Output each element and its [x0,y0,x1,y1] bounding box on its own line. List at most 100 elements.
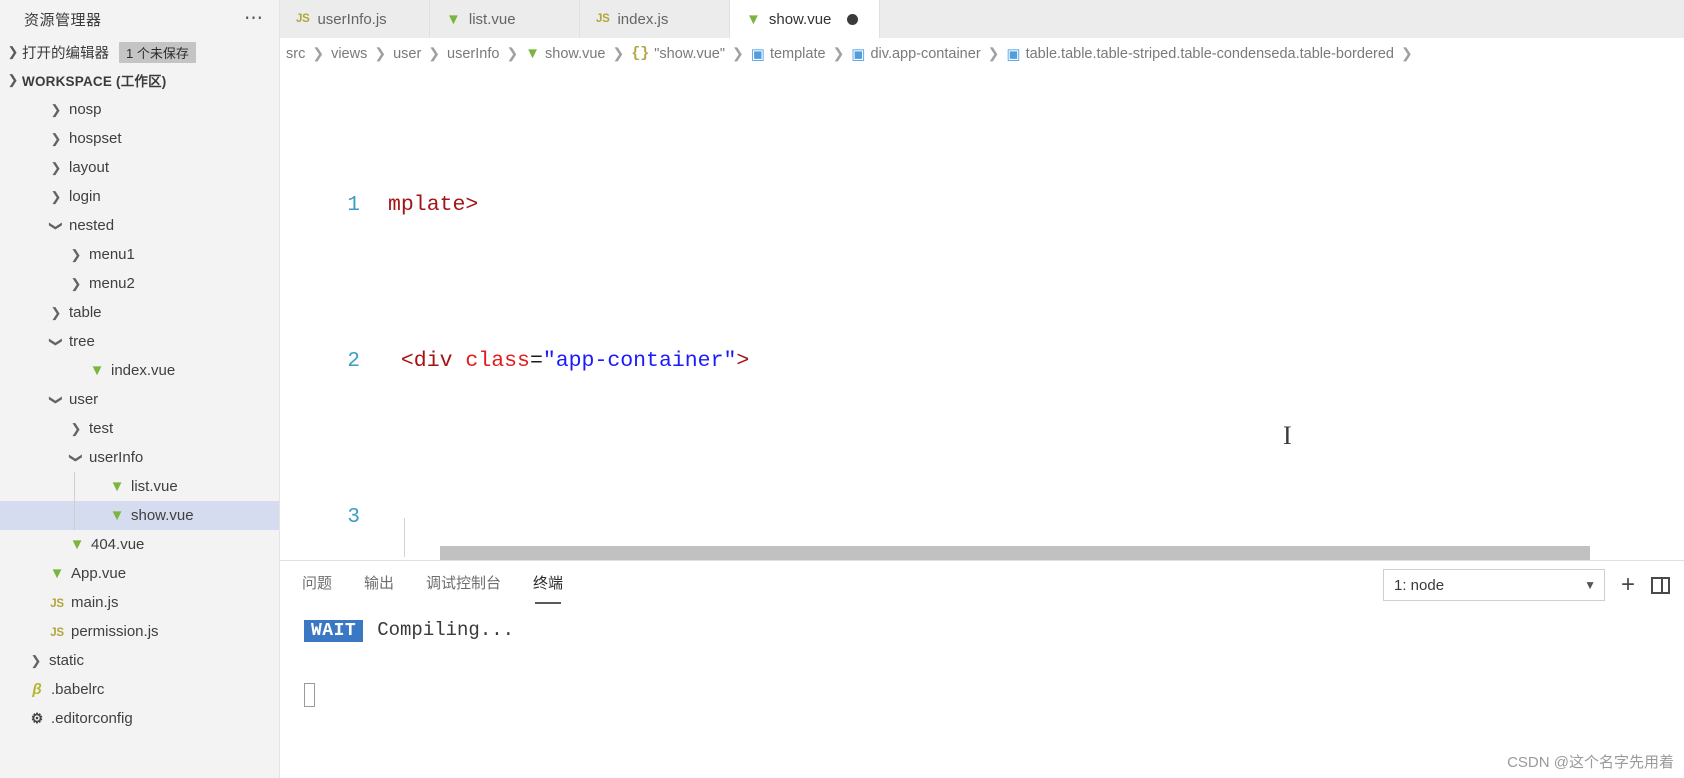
tree-item-table[interactable]: ❯ table [0,298,279,327]
vue-file-icon: ▼ [746,10,761,28]
code-editor[interactable]: 1 mplate> 2 <div class="app-container"> … [280,69,1684,560]
file-tree: ❯ nosp ❯ hospset ❯ layout ❯ login ❯ nested ❯ menu1 ❯… [0,94,279,778]
breadcrumb-item-3[interactable]: userInfo [447,46,499,62]
breadcrumb-item-8[interactable]: ▣ table.table.table-striped.table-condens… [1006,45,1394,63]
breadcrumb-separator-icon: ❯ [1400,45,1413,61]
editor-tab-list-vue[interactable]: ▼ list.vue [430,0,580,38]
code-line: 3 [280,498,1684,557]
editor-horizontal-scrollbar[interactable] [440,546,1590,560]
tree-item-layout[interactable]: ❯ layout [0,153,279,182]
new-terminal-button[interactable]: + [1621,573,1635,597]
breadcrumb-item-4[interactable]: ▼ show.vue [525,46,605,62]
terminal-select[interactable]: 1: node ▼ [1382,569,1605,601]
tree-item-static[interactable]: ❯ static [0,646,279,675]
panel-tab-terminal[interactable]: 终端 [533,572,563,604]
tree-item-label: user [69,391,99,408]
breadcrumb-label: show.vue [545,45,606,62]
tree-item-login[interactable]: ❯ login [0,182,279,211]
breadcrumb-item-2[interactable]: user [393,46,421,62]
tree-item-menu2[interactable]: ❯ menu2 [0,269,279,298]
chevron-right-icon[interactable]: ❯ [66,421,86,437]
terminal-cursor-block [304,683,315,707]
ellipsis-icon[interactable]: ⋯ [244,9,265,28]
breadcrumb-item-0[interactable]: src [286,46,305,62]
tree-item-userinfo[interactable]: ❯ userInfo [0,443,279,472]
terminal-message: Compiling... [377,619,515,641]
open-editors-label: 打开的编辑器 [22,45,109,62]
breadcrumb-separator-icon: ❯ [428,45,441,61]
tree-item--babelrc[interactable]: β .babelrc [0,675,279,704]
chevron-right-icon: ❯ [7,44,19,59]
tree-item-user[interactable]: ❯ user [0,385,279,414]
breadcrumb-label: template [769,45,826,62]
tree-item-index-vue[interactable]: ▼ index.vue [0,356,279,385]
chevron-right-icon[interactable]: ❯ [66,247,86,263]
tree-item-label: permission.js [71,623,159,640]
chevron-down-icon[interactable]: ❯ [48,390,64,410]
tree-item-label: .editorconfig [51,710,133,727]
chevron-right-icon[interactable]: ❯ [26,653,46,669]
tree-item-app-vue[interactable]: ▼ App.vue [0,559,279,588]
split-terminal-icon[interactable] [1651,576,1670,594]
line-text: mplate> [388,193,479,217]
status-badge: WAIT [304,620,364,642]
tree-item-nested[interactable]: ❯ nested [0,211,279,240]
line-number: 3 [347,506,360,529]
vue-file-icon: ▼ [446,10,461,28]
editor-tab-index-js[interactable]: JS index.js [580,0,730,38]
panel-tab-bar: 问题 输出 调试控制台 终端 1: node ▼ + [280,561,1684,609]
line-number: 1 [347,194,360,217]
open-editors-section[interactable]: ❯ 打开的编辑器 1 个未保存 [0,38,279,66]
tree-item-label: nested [69,217,115,234]
breadcrumb-item-6[interactable]: ▣ template [751,45,826,63]
workspace-section[interactable]: ❯ WORKSPACE (工作区) [0,66,279,94]
chevron-down-icon: ▼ [1584,578,1596,592]
chevron-right-icon[interactable]: ❯ [46,305,66,321]
chevron-right-icon[interactable]: ❯ [46,102,66,118]
editor-tab-userinfo-js[interactable]: JS userInfo.js [280,0,430,38]
tree-item-hospset[interactable]: ❯ hospset [0,124,279,153]
editor-area: JS userInfo.js ▼ list.vue JS index.js ▼ show.vu… [280,0,1684,778]
chevron-right-icon[interactable]: ❯ [46,160,66,176]
panel-tab-debug-console[interactable]: 调试控制台 [426,572,501,598]
chevron-down-icon[interactable]: ❯ [48,216,64,236]
tree-item-main-js[interactable]: JS main.js [0,588,279,617]
panel-tab-problems[interactable]: 问题 [302,572,332,598]
vue-file-icon: ▼ [89,362,105,379]
explorer-sidebar: 资源管理器 ⋯ ❯ 打开的编辑器 1 个未保存 ❯ WORKSPACE (工作区… [0,0,280,778]
tree-item--editorconfig[interactable]: ⚙ .editorconfig [0,704,279,733]
terminal-select-value: 1: node [1393,576,1445,594]
tree-item-label: table [69,304,102,321]
terminal-output[interactable]: WAIT Compiling... [280,609,1684,778]
chevron-down-icon[interactable]: ❯ [48,332,64,352]
tree-item-404-vue[interactable]: ▼ 404.vue [0,530,279,559]
breadcrumb-separator-icon: ❯ [987,45,1000,61]
chevron-right-icon[interactable]: ❯ [46,189,66,205]
tree-item-tree[interactable]: ❯ tree [0,327,279,356]
tree-item-list-vue[interactable]: ▼ list.vue [0,472,279,501]
tree-item-permission-js[interactable]: JS permission.js [0,617,279,646]
breadcrumb-item-1[interactable]: views [331,46,367,62]
tree-item-label: hospset [69,130,122,147]
breadcrumb-item-5[interactable]: {} "show.vue" [631,45,725,62]
breadcrumb-separator-icon: ❯ [312,45,325,61]
tree-item-menu1[interactable]: ❯ menu1 [0,240,279,269]
code-line: 1 mplate> [280,186,1684,225]
breadcrumb-item-7[interactable]: ▣ div.app-container [851,45,980,63]
tree-item-label: tree [69,333,95,350]
chevron-down-icon[interactable]: ❯ [68,448,84,468]
terminal-line: WAIT Compiling... [304,619,1684,642]
tree-item-nosp[interactable]: ❯ nosp [0,95,279,124]
tree-item-show-vue[interactable]: ▼ show.vue [0,501,279,530]
tree-item-label: menu1 [89,246,135,263]
tree-item-label: nosp [69,101,102,118]
chevron-right-icon[interactable]: ❯ [46,131,66,147]
dirty-indicator-icon[interactable] [847,13,859,25]
editor-tab-show-vue[interactable]: ▼ show.vue [730,0,880,38]
line-number: 2 [347,350,360,373]
breadcrumb-label: div.app-container [870,45,981,62]
chevron-right-icon[interactable]: ❯ [66,276,86,292]
explorer-title: 资源管理器 [24,11,102,29]
tree-item-test[interactable]: ❯ test [0,414,279,443]
panel-tab-output[interactable]: 输出 [364,572,394,598]
